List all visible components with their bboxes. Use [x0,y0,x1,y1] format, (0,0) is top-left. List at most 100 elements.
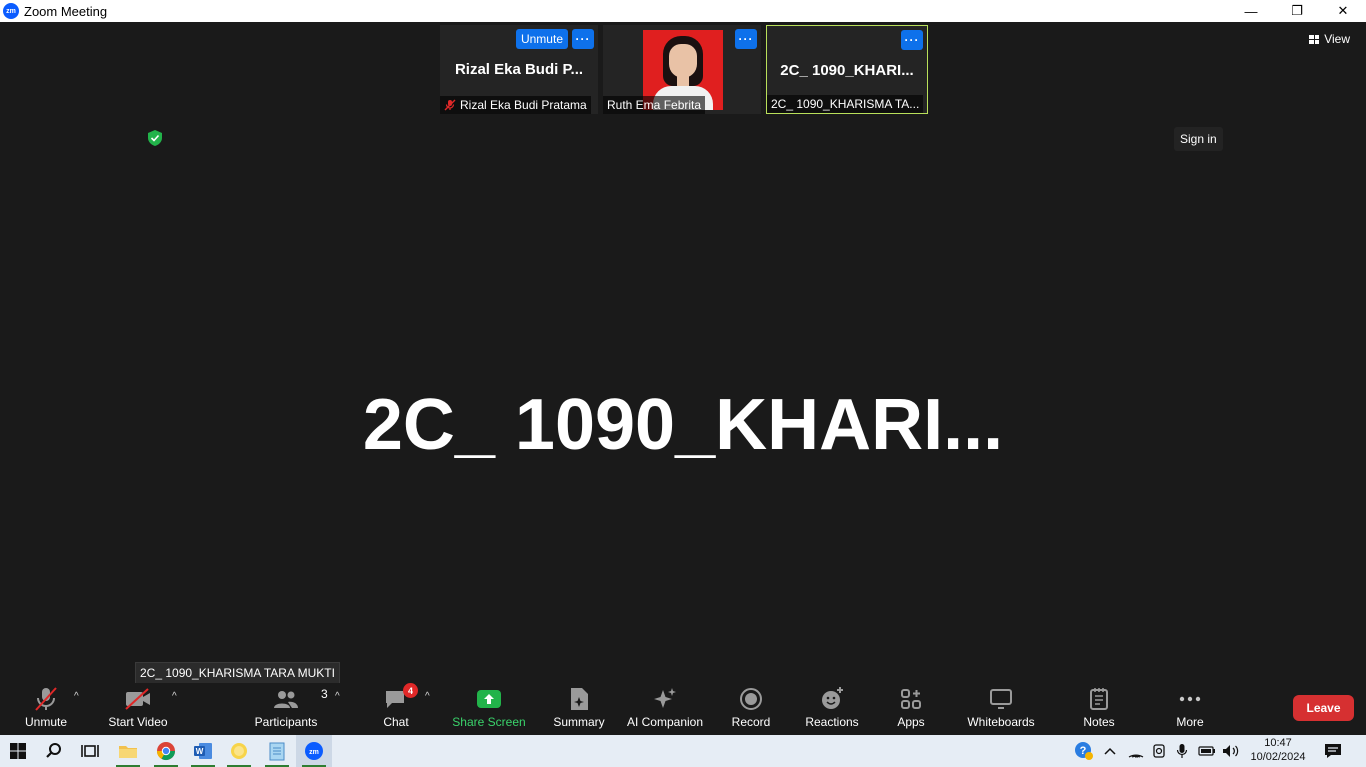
speaker-name-tooltip: 2C_ 1090_KHARISMA TARA MUKTI [135,662,340,684]
tile-name-text: Ruth Ema Febrita [607,98,702,112]
ai-sparkle-icon [654,688,676,708]
record-icon [740,688,762,710]
participants-icon [274,691,298,708]
reactions-emoji-icon [822,687,843,709]
wifi-icon[interactable] [1126,735,1146,767]
share-screen-icon [477,690,501,708]
leave-button[interactable]: Leave [1293,695,1354,721]
battery-icon[interactable] [1196,735,1218,767]
tile-name-text: 2C_ 1090_KHARISMA TA... [771,97,920,111]
notes-icon [1090,688,1108,710]
title-bar: zm Zoom Meeting — ❐ ✕ [0,0,1366,22]
restore-button[interactable]: ❐ [1274,0,1320,22]
apps-button[interactable]: Apps [893,683,929,735]
notes-button[interactable]: Notes [1079,683,1119,735]
share-screen-button[interactable]: Share Screen [452,683,526,735]
svg-text:W: W [196,747,204,756]
participants-options-caret[interactable]: ^ [335,691,340,702]
summary-icon [571,688,588,710]
tile-more-button[interactable]: ··· [572,29,594,49]
window-title: Zoom Meeting [24,3,108,19]
tile-more-button[interactable]: ··· [735,29,757,49]
encryption-shield-icon[interactable] [148,130,162,151]
apps-icon [901,689,921,709]
view-label: View [1324,32,1350,46]
view-button[interactable]: View [1309,32,1350,46]
start-video-button[interactable]: Start Video [106,683,170,735]
windows-taskbar: W zm ? 10:47 10/02/2024 [0,735,1366,767]
microphone-tray-icon[interactable] [1172,735,1192,767]
ai-companion-button[interactable]: AI Companion [624,683,706,735]
minimize-button[interactable]: — [1228,0,1274,22]
notepad-icon[interactable] [259,735,295,767]
word-icon[interactable]: W [185,735,221,767]
audio-options-caret[interactable]: ^ [74,691,79,702]
more-label: More [1176,715,1204,729]
start-video-label: Start Video [108,715,168,729]
chat-button[interactable]: 4 Chat [378,683,418,735]
grid-view-icon [1309,34,1320,44]
tile-name-label: Ruth Ema Febrita [603,96,706,114]
window-controls: — ❐ ✕ [1228,0,1366,22]
tile-display-name: 2C_ 1090_KHARI... [780,62,914,79]
participants-button[interactable]: 3 Participants [253,683,328,735]
clock-time: 10:47 [1264,737,1292,749]
more-button[interactable]: More [1170,683,1210,735]
close-button[interactable]: ✕ [1320,0,1366,22]
tile-display-name: Rizal Eka Budi P... [454,61,584,78]
record-button[interactable]: Record [729,683,773,735]
video-tile-kharisma[interactable]: 2C_ 1090_KHARI... ··· 2C_ 1090_KHARISMA … [766,25,928,114]
svg-text:zm: zm [309,749,319,756]
start-icon[interactable] [0,735,36,767]
whiteboards-label: Whiteboards [967,715,1035,729]
video-tile-ruth[interactable]: ··· Ruth Ema Febrita [603,25,761,114]
ask-unmute-button[interactable]: Unmute [515,29,568,49]
reactions-button[interactable]: Reactions [803,683,861,735]
participants-label: Participants [254,715,318,729]
whiteboards-button[interactable]: Whiteboards [962,683,1040,735]
reactions-label: Reactions [805,715,859,729]
summary-label: Summary [553,715,605,729]
ai-companion-label: AI Companion [626,715,704,729]
record-label: Record [731,715,771,729]
zoom-logo-icon: zm [3,3,19,19]
unmute-button[interactable]: Unmute [22,683,70,735]
chat-unread-badge: 4 [403,683,418,698]
chat-label: Chat [383,715,409,729]
active-speaker-name: 2C_ 1090_KHARI... [362,385,1004,465]
more-dots-icon [1179,696,1201,702]
meeting-area: Rizal Eka Budi P... Unmute ··· Rizal Eka… [0,22,1366,684]
tile-name-text: Rizal Eka Budi Pratama [460,98,587,112]
tile-name-label: Rizal Eka Budi Pratama [440,96,591,114]
unmute-label: Unmute [24,715,68,729]
share-screen-label: Share Screen [452,715,526,729]
clock-date: 10/02/2024 [1250,751,1306,763]
video-off-icon [125,688,150,710]
camera-tray-icon[interactable] [1149,735,1169,767]
summary-button[interactable]: Summary [550,683,608,735]
chrome-icon[interactable] [148,735,184,767]
video-tile-rizal[interactable]: Rizal Eka Budi P... Unmute ··· Rizal Eka… [440,25,598,114]
sign-in-button[interactable]: Sign in [1174,127,1223,151]
chat-options-caret[interactable]: ^ [425,691,430,702]
volume-icon[interactable] [1220,735,1242,767]
show-hidden-icons-chevron-icon[interactable] [1100,735,1120,767]
participants-count: 3 [321,687,328,701]
whiteboard-icon [990,689,1012,709]
meeting-toolbar: Unmute ^ Start Video ^ 3 Participants ^ … [0,683,1366,735]
sticky-app-icon[interactable] [221,735,257,767]
file-explorer-icon[interactable] [110,735,146,767]
notification-center-icon[interactable] [1320,735,1346,767]
tile-name-label: 2C_ 1090_KHARISMA TA... [767,95,924,113]
search-icon[interactable] [36,735,72,767]
muted-mic-icon [444,99,456,111]
notes-label: Notes [1083,715,1115,729]
apps-label: Apps [897,715,925,729]
taskbar-clock[interactable]: 10:47 10/02/2024 [1244,736,1312,764]
task-view-icon[interactable] [72,735,108,767]
help-icon[interactable]: ? [1072,735,1096,767]
tile-more-button[interactable]: ··· [901,30,923,50]
video-options-caret[interactable]: ^ [172,691,177,702]
muted-mic-icon [35,687,57,711]
zoom-icon[interactable]: zm [296,735,332,767]
